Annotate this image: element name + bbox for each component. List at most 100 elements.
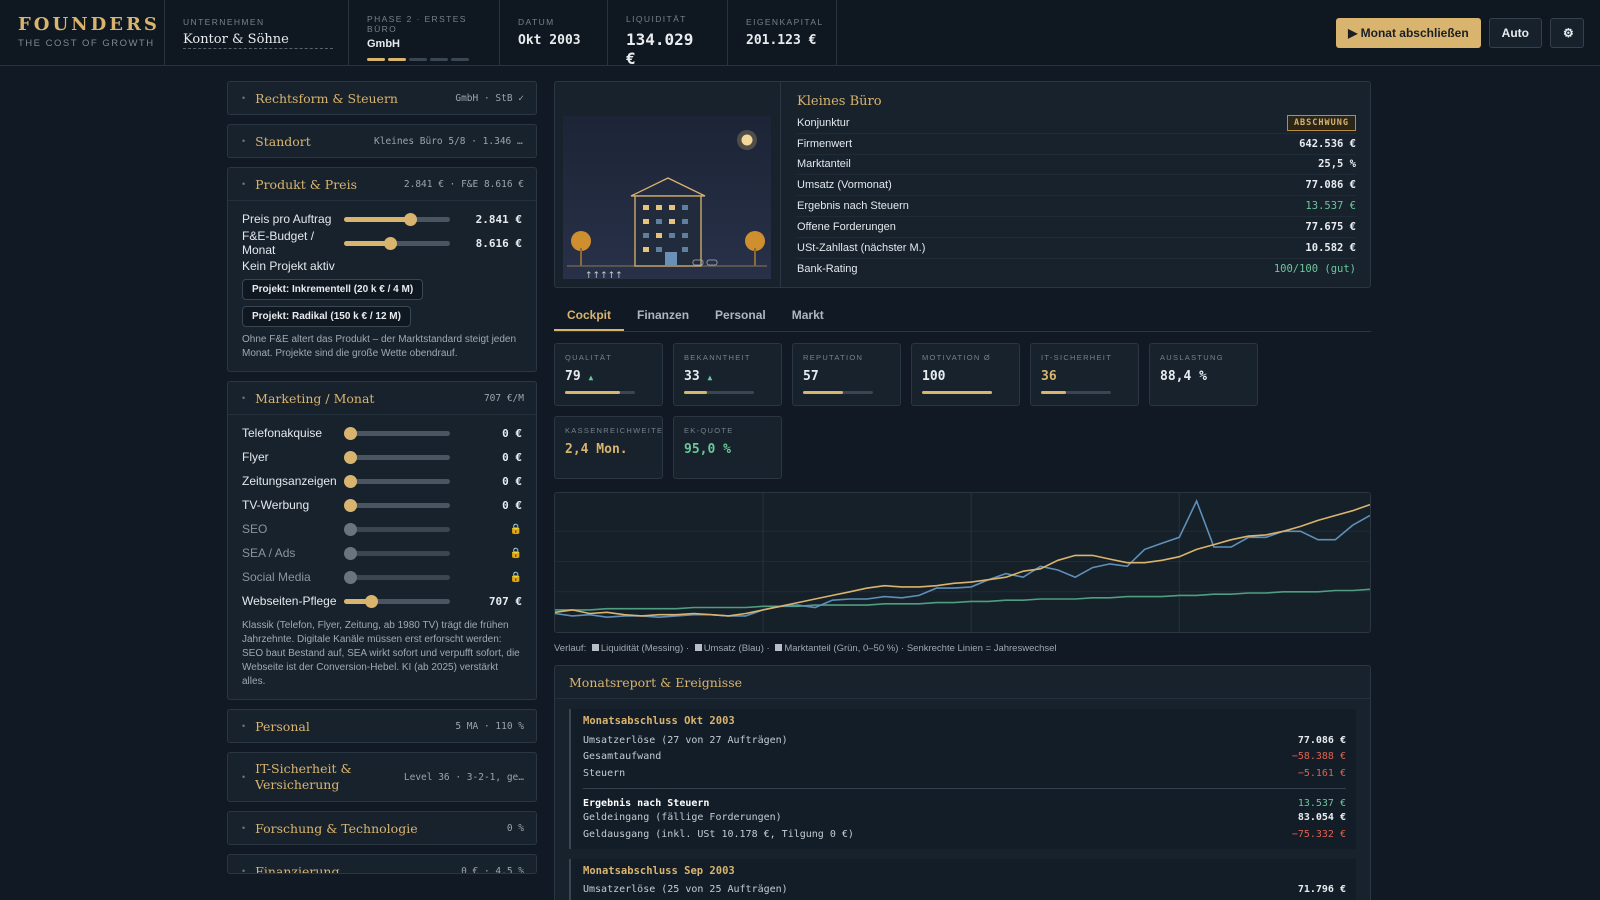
series-line-2 [555, 588, 1371, 611]
kpi-value: 95,0 % [684, 442, 771, 457]
collapse-dot-icon: • [242, 179, 246, 189]
gear-icon[interactable]: ⚙ [1550, 17, 1584, 48]
date-cell: DATUM Okt 2003 [500, 0, 608, 65]
metric-row: Bank-Rating 100/100 (gut) [797, 259, 1356, 280]
metric-row: Offene Forderungen 77.675 € [797, 217, 1356, 238]
slider-label: SEA / Ads [242, 546, 296, 560]
panel-legal[interactable]: • Rechtsform & Steuern GmbH · StB ✓ [227, 81, 537, 115]
report-row-label: Steuern [583, 767, 626, 779]
lock-icon: 🔒 [509, 523, 522, 535]
panel-finance[interactable]: • Finanzierung 0 € · 4,5 % [227, 854, 537, 874]
panel-research-header[interactable]: • Forschung & Technologie 0 % [228, 812, 536, 844]
office-illustration: ↑↑↑↑↑ [555, 82, 781, 287]
kpi-card: KASSENREICHWEITE 2,4 Mon. [554, 416, 663, 479]
tab-markt[interactable]: Markt [779, 298, 837, 331]
legend-swatch [775, 644, 783, 651]
auto-button[interactable]: Auto [1488, 17, 1542, 48]
kpi-value-text: 95,0 % [684, 442, 731, 457]
panel-it-header[interactable]: • IT-Sicherheit & Versicherung Level 36 … [228, 753, 536, 801]
kpi-label: MOTIVATION Ø [922, 353, 992, 362]
slider-track[interactable] [344, 426, 450, 440]
tab-cockpit[interactable]: Cockpit [554, 298, 625, 331]
slider-track[interactable] [344, 450, 450, 464]
panel-legal-header[interactable]: • Rechtsform & Steuern GmbH · StB ✓ [228, 82, 536, 114]
panel-title: Personal [255, 718, 310, 734]
kpi-card: MOTIVATION Ø 100 [911, 343, 1020, 406]
panel-it[interactable]: • IT-Sicherheit & Versicherung Level 36 … [227, 752, 537, 802]
slider-row: Flyer 0 € [242, 445, 522, 469]
liquidity-label: LIQUIDITÄT [626, 14, 687, 24]
kpi-card: IT-SICHERHEIT 36 [1030, 343, 1139, 406]
kpi-value-text: 57 [803, 369, 819, 384]
kpi-bar-fill [803, 391, 843, 394]
report-row: Geldeingang (fällige Forderungen) 83.054 … [583, 810, 1346, 827]
panel-location[interactable]: • Standort Kleines Büro 5/8 · 1.346 €/M [227, 124, 537, 158]
equity-value: 201.123 € [746, 33, 817, 48]
close-month-button[interactable]: ▶ Monat abschließen [1336, 17, 1481, 48]
brand-title: FOUNDERS [18, 14, 160, 35]
panel-staff-header[interactable]: • Personal 5 MA · 110 % [228, 710, 536, 742]
slider-fill [344, 216, 410, 222]
kpi-value-text: 33 [684, 369, 700, 384]
slider-track[interactable] [344, 236, 450, 250]
slider-track[interactable] [344, 474, 450, 488]
slider-handle[interactable] [344, 498, 357, 512]
equity-cell: EIGENKAPITAL 201.123 € [728, 0, 837, 65]
slider-track[interactable] [344, 212, 450, 226]
report-title: Monatsreport & Ereignisse [555, 666, 1370, 699]
kpi-label: KASSENREICHWEITE [565, 426, 664, 435]
slider-label: Flyer [242, 450, 269, 464]
legend-prefix: Verlauf: [554, 643, 587, 654]
report-row: Gesamtaufwand −58.388 € [583, 749, 1346, 766]
panel-research[interactable]: • Forschung & Technologie 0 % [227, 811, 537, 845]
tab-finanzen[interactable]: Finanzen [624, 298, 702, 331]
kpi-card: REPUTATION 57 [792, 343, 901, 406]
panel-marketing-header[interactable]: • Marketing / Monat 707 €/M [228, 382, 536, 414]
kpi-value: 2,4 Mon. [565, 442, 652, 457]
metric-value: 13.537 € [1305, 200, 1356, 213]
metric-row: Firmenwert 642.536 € [797, 134, 1356, 155]
kpi-bar-fill [1041, 391, 1067, 394]
panel-staff[interactable]: • Personal 5 MA · 110 % [227, 709, 537, 743]
slider-label: Preis pro Auftrag [242, 212, 332, 226]
panel-product-body: Preis pro Auftrag 2.841 € F&E-Budget / Mon… [228, 200, 536, 371]
panel-title: Marketing / Monat [255, 390, 375, 406]
metric-label: Bank-Rating [797, 262, 858, 275]
series-line-1 [554, 498, 1371, 619]
kpi-value: 33 ▲ [684, 369, 771, 384]
slider-handle[interactable] [344, 474, 357, 488]
slider-value: 8.616 € [475, 236, 522, 250]
slider-value: 0 € [502, 498, 522, 512]
slider-handle[interactable] [383, 236, 397, 250]
project-radical-button[interactable]: Projekt: Radikal (150 k € / 12 M) [242, 306, 411, 327]
slider-handle[interactable] [403, 212, 417, 226]
company-metrics: Konjunktur ABSCHWUNG Firmenwert 642.536 € Ma… [797, 113, 1356, 279]
kpi-grid: QUALITÄT 79 ▲ BEKANNTHEIT 33 ▲ REPUTATION 57 M… [554, 343, 1371, 479]
slider-handle[interactable] [344, 426, 357, 440]
project-incremental-button[interactable]: Projekt: Inkrementell (20 k € / 4 M) [242, 279, 424, 300]
kpi-label: QUALITÄT [565, 353, 613, 362]
slider-track[interactable] [344, 498, 450, 512]
panel-finance-header[interactable]: • Finanzierung 0 € · 4,5 % [228, 855, 536, 874]
slider-handle[interactable] [364, 594, 378, 608]
phase-label: PHASE 2 · ERSTES BÜRO [367, 14, 467, 34]
slider-row: SEO 🔒 [242, 517, 522, 541]
slider-handle[interactable] [344, 450, 357, 464]
report-entries[interactable]: Monatsabschluss Okt 2003 Umsatzerlöse (27… [555, 709, 1370, 900]
collapse-dot-icon: • [242, 866, 246, 874]
report-row-value: −5.161 € [1297, 767, 1346, 779]
slider-label: SEO [242, 522, 268, 536]
tab-personal[interactable]: Personal [702, 298, 779, 331]
slider-track[interactable] [344, 594, 450, 608]
company-name-input[interactable]: Kontor & Söhne [183, 32, 333, 49]
product-sliders: Preis pro Auftrag 2.841 € F&E-Budget / Mon… [242, 207, 522, 257]
metric-label: Ergebnis nach Steuern [797, 200, 909, 213]
metric-label: Marktanteil [797, 158, 851, 171]
svg-text:↑↑↑↑↑: ↑↑↑↑↑ [585, 271, 623, 279]
report-entry-title: Monatsabschluss Okt 2003 [583, 715, 735, 727]
report-entry: Monatsabschluss Sep 2003 Umsatzerlöse (25… [569, 858, 1356, 900]
panel-title: IT-Sicherheit & Versicherung [255, 761, 352, 792]
panel-product-header[interactable]: • Produkt & Preis 2.841 € · F&E 8.616 € [228, 168, 536, 200]
panel-location-header[interactable]: • Standort Kleines Büro 5/8 · 1.346 €/M [228, 125, 536, 157]
panel-title: Standort [255, 133, 311, 149]
